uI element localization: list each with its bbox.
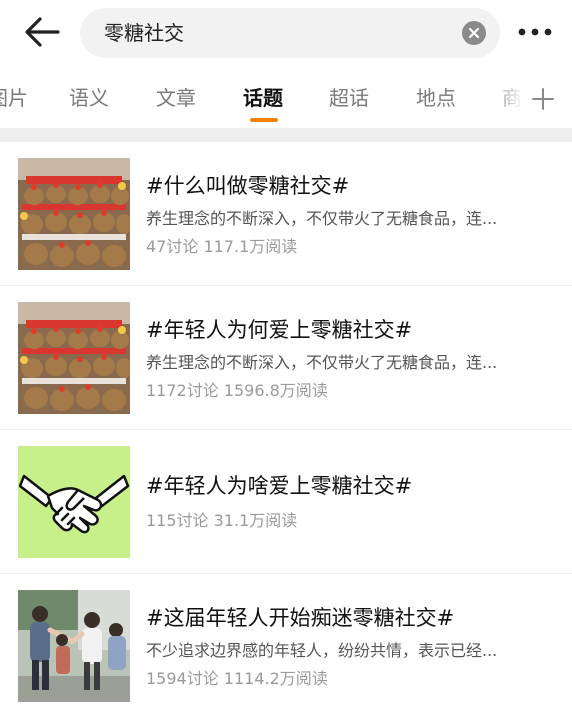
topic-row[interactable]: #什么叫做零糖社交# 养生理念的不断深入，不仅带火了无糖食品，连... 47讨论… <box>0 142 572 286</box>
topic-stats: 115讨论 31.1万阅读 <box>146 511 298 530</box>
tab-shop[interactable]: 商 <box>502 84 522 112</box>
tab-topics[interactable]: 话题 <box>243 84 283 112</box>
clear-search-icon[interactable] <box>462 21 486 45</box>
topic-stats: 1172讨论 1596.8万阅读 <box>146 381 328 400</box>
handshake-thumbnail <box>18 446 130 558</box>
topic-stats: 1594讨论 1114.2万阅读 <box>146 669 328 688</box>
topic-title: #年轻人为啥爱上零糖社交# <box>146 474 413 498</box>
section-divider <box>0 128 572 142</box>
search-tabs: 图片 语义 文章 话题 超话 地点 商 <box>0 74 572 126</box>
topic-title: #年轻人为何爱上零糖社交# <box>146 318 413 342</box>
topic-results-list: #什么叫做零糖社交# 养生理念的不断深入，不仅带火了无糖食品，连... 47讨论… <box>0 142 572 718</box>
tab-places[interactable]: 地点 <box>416 84 456 112</box>
tab-images[interactable]: 图片 <box>0 84 28 112</box>
tab-articles[interactable]: 文章 <box>156 84 196 112</box>
top-bar: 零糖社交 <box>0 0 572 64</box>
topic-stats: 47讨论 117.1万阅读 <box>146 237 298 256</box>
more-options-icon[interactable] <box>516 22 556 42</box>
topic-row[interactable]: #年轻人为啥爱上零糖社交# 115讨论 31.1万阅读 <box>0 430 572 574</box>
add-tab-icon[interactable] <box>528 84 558 114</box>
topic-row[interactable]: #这届年轻人开始痴迷零糖社交# 不少追求边界感的年轻人，纷纷共情，表示已经...… <box>0 574 572 718</box>
search-input[interactable]: 零糖社交 <box>80 8 500 58</box>
topic-description: 养生理念的不断深入，不仅带火了无糖食品，连... <box>146 209 498 228</box>
tab-semantic[interactable]: 语义 <box>69 84 109 112</box>
capybara-plush-thumbnail <box>18 158 130 270</box>
people-greeting-thumbnail <box>18 590 130 702</box>
topic-description: 不少追求边界感的年轻人，纷纷共情，表示已经... <box>146 641 498 660</box>
topic-title: #这届年轻人开始痴迷零糖社交# <box>146 606 455 630</box>
capybara-plush-thumbnail <box>18 302 130 414</box>
topic-title: #什么叫做零糖社交# <box>146 174 350 198</box>
tab-super-topics[interactable]: 超话 <box>329 84 369 112</box>
back-arrow-icon[interactable] <box>22 14 62 50</box>
topic-description: 养生理念的不断深入，不仅带火了无糖食品，连... <box>146 353 498 372</box>
search-query-text: 零糖社交 <box>104 21 184 45</box>
topic-row[interactable]: #年轻人为何爱上零糖社交# 养生理念的不断深入，不仅带火了无糖食品，连... 1… <box>0 286 572 430</box>
active-tab-indicator <box>250 118 278 122</box>
